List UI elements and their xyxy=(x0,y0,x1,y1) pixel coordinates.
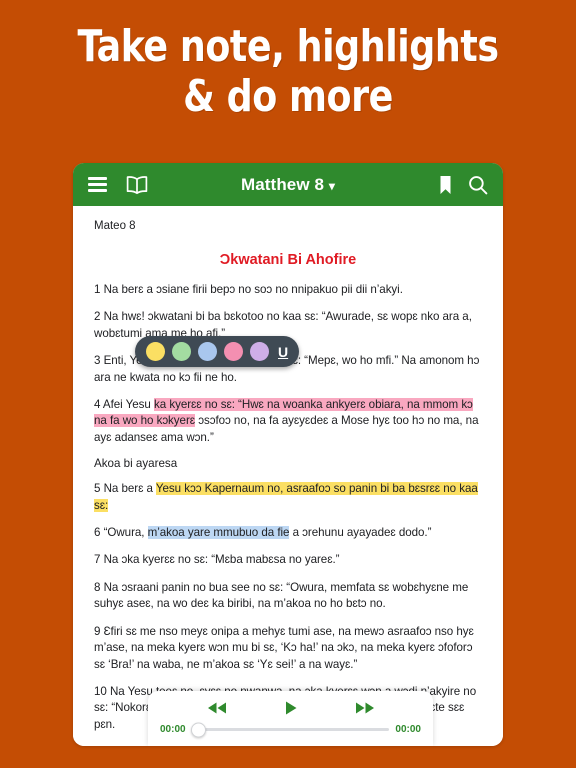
appbar-title-text: Matthew 8 xyxy=(240,174,325,194)
audio-progress-thumb[interactable] xyxy=(190,722,206,737)
verse-6[interactable]: 6 “Owura, m’akoa yare mmubuo da fie a ɔr… xyxy=(94,525,482,541)
hamburger-menu-icon[interactable] xyxy=(88,177,107,192)
app-header-bar: Matthew 8 ▾ xyxy=(73,163,503,206)
highlight-color-popup[interactable]: U xyxy=(135,336,300,367)
phone-device-frame: Matthew 8 ▾ Mateo 8 Ɔkwatani Bi Ahofire … xyxy=(73,163,503,746)
promo-headline-line-2: & do more xyxy=(183,71,393,122)
passage-heading: Ɔkwatani Bi Ahofire xyxy=(219,252,357,268)
play-icon[interactable] xyxy=(284,700,298,716)
fast-forward-icon[interactable] xyxy=(354,701,376,715)
audio-scrubber-row: 00:00 00:00 xyxy=(148,722,433,737)
rewind-icon[interactable] xyxy=(206,701,228,715)
verse-7[interactable]: 7 Na ɔka kyerɛɛ no sɛ: “Mɛba mabɛsa no y… xyxy=(94,552,482,568)
promo-screen: Take note, highlights & do more Matthew … xyxy=(0,0,576,768)
promo-headline-line-1: Take note, highlights xyxy=(77,21,499,72)
audio-progress-track[interactable] xyxy=(190,722,390,737)
verse-4[interactable]: 4 Afei Yesu ka kyerɛɛ no sɛ: “Hwɛ na woa… xyxy=(94,397,482,446)
verse-4-text-pre: 4 Afei Yesu xyxy=(94,398,155,412)
appbar-right-icon-group xyxy=(439,175,488,195)
audio-total-time: 00:00 xyxy=(395,724,421,735)
hamburger-glyph xyxy=(88,177,107,192)
verse-8[interactable]: 8 Na ɔsraani panin no bua see no sɛ: “Ow… xyxy=(94,580,482,613)
highlight-swatch-yellow[interactable] xyxy=(146,342,165,361)
verse-6-highlight-blue[interactable]: m’akoa yare mmubuo da fie xyxy=(147,526,289,540)
scripture-reader[interactable]: Mateo 8 Ɔkwatani Bi Ahofire 1 Na berɛ a … xyxy=(73,206,503,746)
audio-transport-controls xyxy=(148,691,433,724)
section-subheading: Akoa bi ayaresa xyxy=(94,457,178,471)
bookmark-icon[interactable] xyxy=(439,175,452,195)
chevron-down-icon: ▾ xyxy=(328,178,336,193)
promo-headline: Take note, highlights & do more xyxy=(23,22,553,122)
verse-5-text-pre: 5 Na berɛ a xyxy=(94,482,156,496)
audio-player-panel[interactable]: 00:00 00:00 xyxy=(148,691,433,746)
search-icon[interactable] xyxy=(468,175,488,195)
book-reference: Mateo 8 xyxy=(94,220,136,232)
verse-5[interactable]: 5 Na berɛ a Yesu kɔɔ Kapernaum no, asraa… xyxy=(94,481,482,514)
highlight-swatch-blue[interactable] xyxy=(198,342,217,361)
highlight-swatch-purple[interactable] xyxy=(250,342,269,361)
verse-6-text-post: a ɔrehunu ayayadeɛ dodo.” xyxy=(289,526,432,540)
audio-current-time: 00:00 xyxy=(160,724,186,735)
verse-1[interactable]: 1 Na berɛ a ɔsiane firii bepɔ no soɔ no … xyxy=(94,282,482,298)
verse-6-text-pre: 6 “Owura, xyxy=(94,526,148,540)
verse-9[interactable]: 9 Ɛfiri sɛ me nso meyɛ onipa a mehyɛ tum… xyxy=(94,624,482,673)
highlight-swatch-pink[interactable] xyxy=(224,342,243,361)
open-book-icon[interactable] xyxy=(125,175,149,195)
highlight-swatch-green[interactable] xyxy=(172,342,191,361)
underline-button[interactable]: U xyxy=(276,345,288,359)
appbar-left-icon-group xyxy=(88,175,149,195)
